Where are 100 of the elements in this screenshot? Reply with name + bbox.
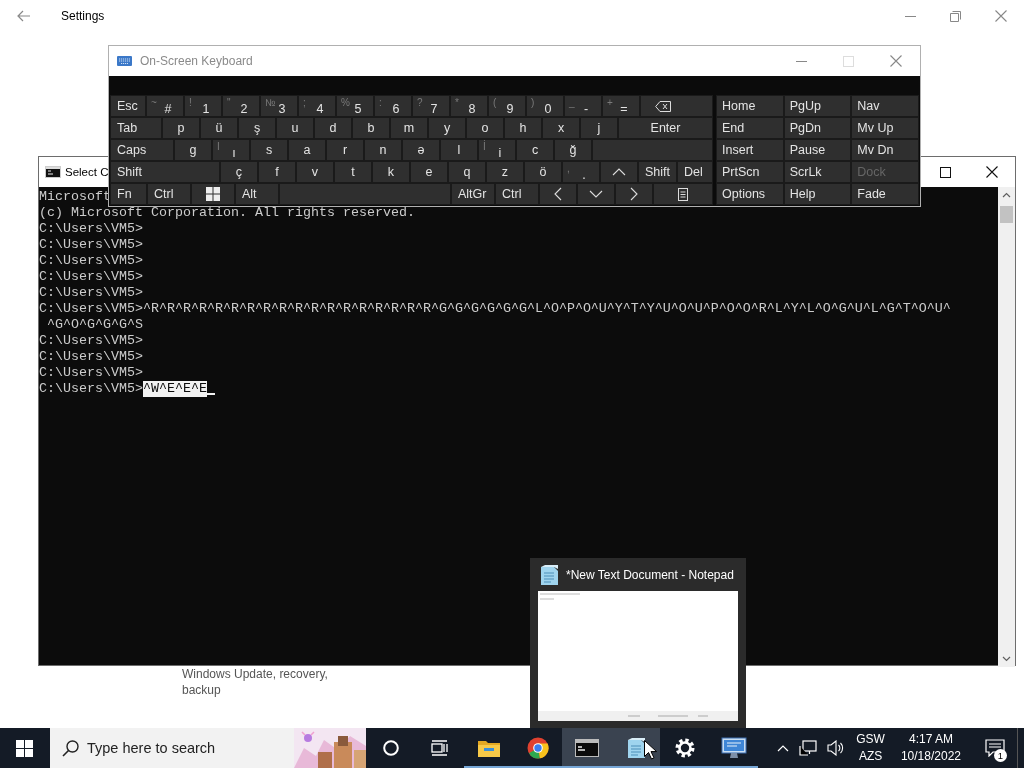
keyboard-key[interactable]: Options xyxy=(716,183,784,205)
back-icon[interactable] xyxy=(17,10,31,22)
keyboard-key[interactable]: b xyxy=(352,117,390,139)
keyboard-key[interactable]: PgUp xyxy=(783,95,852,117)
keyboard-key[interactable]: m xyxy=(390,117,428,139)
keyboard-key[interactable]: İ i xyxy=(478,139,516,161)
keyboard-key[interactable]: ş xyxy=(238,117,276,139)
keyboard-key[interactable]: Enter xyxy=(618,117,713,139)
keyboard-key[interactable]: Shift xyxy=(110,161,220,183)
volume-icon[interactable] xyxy=(827,740,846,756)
network-icon[interactable] xyxy=(799,740,818,756)
keyboard-key[interactable]: y xyxy=(428,117,466,139)
keyboard-key[interactable]: % 5 xyxy=(336,95,374,117)
keyboard-key[interactable]: ə xyxy=(402,139,440,161)
restore-icon[interactable] xyxy=(950,10,961,22)
keyboard-key[interactable]: Ctrl xyxy=(495,183,539,205)
keyboard-key[interactable]: x xyxy=(542,117,580,139)
clock[interactable]: 4:17 AM 10/18/2022 xyxy=(890,731,973,765)
chevron-up-icon[interactable] xyxy=(777,744,790,752)
notification-button[interactable]: 1 xyxy=(973,728,1017,768)
taskbar-button[interactable] xyxy=(611,728,660,768)
keyboard-key[interactable]: AltGr xyxy=(451,183,495,205)
keyboard-key[interactable]: g xyxy=(174,139,212,161)
mouse-pointer-icon xyxy=(644,740,657,760)
keyboard-key[interactable]: Mv Dn xyxy=(851,139,919,161)
keyboard-key[interactable]: ~ # xyxy=(146,95,184,117)
keyboard-key[interactable]: : 6 xyxy=(374,95,412,117)
language-indicator[interactable]: GSW AZS xyxy=(850,731,891,765)
keyboard-key[interactable]: z xyxy=(486,161,524,183)
keyboard-key[interactable]: Insert xyxy=(716,139,784,161)
keyboard-key[interactable]: ; 4 xyxy=(298,95,336,117)
keyboard-key[interactable]: Fn xyxy=(110,183,147,205)
keyboard-key[interactable]: ü xyxy=(200,117,238,139)
keyboard-key[interactable]: ( 9 xyxy=(488,95,526,117)
taskbar-button[interactable] xyxy=(562,728,611,768)
keyboard-key[interactable]: t xyxy=(334,161,372,183)
keyboard-key[interactable]: _ - xyxy=(564,95,602,117)
keyboard-key[interactable]: Pause xyxy=(783,139,852,161)
keyboard-key[interactable]: q xyxy=(448,161,486,183)
keyboard-key[interactable]: e xyxy=(410,161,448,183)
keyboard-key[interactable]: PrtScn xyxy=(716,161,784,183)
keyboard-key[interactable]: ) 0 xyxy=(526,95,564,117)
keyboard-key[interactable]: h xyxy=(504,117,542,139)
keyboard-key[interactable]: Shift xyxy=(638,161,677,183)
keyboard-key[interactable]: End xyxy=(716,117,784,139)
keyboard-key[interactable]: u xyxy=(276,117,314,139)
keyboard-key[interactable]: + = xyxy=(602,95,640,117)
windows-logo-icon xyxy=(206,187,220,201)
search-field[interactable]: Type here to search xyxy=(87,738,290,758)
circle-icon xyxy=(382,740,399,756)
keyboard-key[interactable]: ğ xyxy=(554,139,592,161)
keyboard-key[interactable]: o xyxy=(466,117,504,139)
keyboard-key[interactable]: Ctrl xyxy=(147,183,191,205)
search-box[interactable]: Type here to search xyxy=(50,728,366,768)
keyboard-key[interactable] xyxy=(653,183,713,205)
keyboard-key[interactable]: r xyxy=(326,139,364,161)
keyboard-key[interactable]: Esc xyxy=(110,95,146,117)
keyboard-key[interactable]: Del xyxy=(677,161,713,183)
keyboard-key[interactable]: Mv Up xyxy=(851,117,919,139)
console-line: C:\Users\VM5> xyxy=(39,253,143,269)
keyboard-key[interactable]: s xyxy=(250,139,288,161)
keyboard-key[interactable]: Nav xyxy=(851,95,919,117)
keyboard-key[interactable]: ç xyxy=(220,161,258,183)
preview-title: *New Text Document - Notepad xyxy=(566,567,734,582)
keyboard-key[interactable]: p xyxy=(162,117,200,139)
keyboard-key[interactable]: * 8 xyxy=(450,95,488,117)
search-icon xyxy=(62,739,79,757)
keyboard-key[interactable]: Home xyxy=(716,95,784,117)
keyboard-key[interactable]: Tab xyxy=(110,117,162,139)
window-title: Select C xyxy=(65,166,109,178)
keyboard-key[interactable]: " 2 xyxy=(222,95,260,117)
keyboard-key[interactable]: PgDn xyxy=(783,117,852,139)
keyboard-key[interactable]: , . xyxy=(562,161,600,183)
scrollbar[interactable] xyxy=(998,187,1015,667)
keyboard-key[interactable]: I ı xyxy=(212,139,250,161)
maximize-icon[interactable] xyxy=(940,166,951,178)
window-thumbnail[interactable] xyxy=(538,591,738,721)
keyboard-key[interactable]: a xyxy=(288,139,326,161)
keyboard-key[interactable]: Caps xyxy=(110,139,174,161)
keyboard-key[interactable]: Help xyxy=(783,183,852,205)
keyboard-key[interactable]: f xyxy=(258,161,296,183)
keyboard-key[interactable]: ScrLk xyxy=(783,161,852,183)
console-line: C:\Users\VM5> xyxy=(39,269,143,285)
keyboard-key[interactable]: № 3 xyxy=(260,95,298,117)
keyboard-key[interactable]: ? 7 xyxy=(412,95,450,117)
keyboard-key[interactable]: ö xyxy=(524,161,562,183)
keyboard-key[interactable]: n xyxy=(364,139,402,161)
keyboard-key[interactable] xyxy=(191,183,235,205)
keyboard-key[interactable]: v xyxy=(296,161,334,183)
terminal-icon xyxy=(574,739,599,757)
keyboard-key[interactable]: k xyxy=(372,161,410,183)
keyboard-key[interactable]: d xyxy=(314,117,352,139)
close-icon[interactable] xyxy=(986,166,998,178)
keyboard-key[interactable]: Fade xyxy=(851,183,919,205)
keyboard-key[interactable]: c xyxy=(516,139,554,161)
keyboard-key[interactable]: l xyxy=(440,139,478,161)
keyboard-key[interactable]: Alt xyxy=(235,183,279,205)
keyboard-key[interactable]: j xyxy=(580,117,618,139)
keyboard-key[interactable] xyxy=(640,95,713,117)
keyboard-key[interactable]: ! 1 xyxy=(184,95,222,117)
